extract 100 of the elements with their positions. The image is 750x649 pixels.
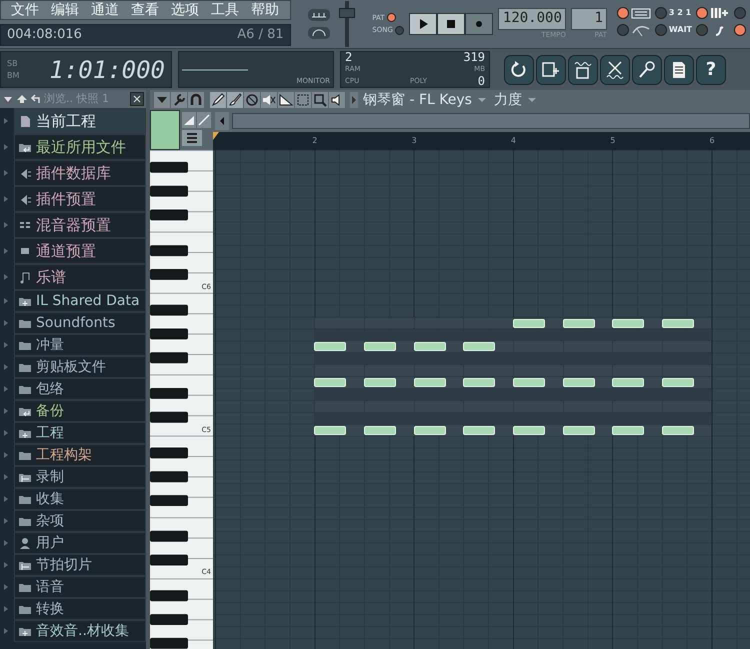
note-block[interactable]: [314, 342, 346, 352]
volume-slider-thumb[interactable]: [339, 8, 356, 18]
grid-cell[interactable]: [463, 364, 513, 376]
grid-cell[interactable]: [314, 340, 364, 352]
note-block[interactable]: [463, 378, 496, 388]
note-block[interactable]: [414, 342, 446, 352]
expand-arrow-icon[interactable]: [4, 430, 8, 436]
grid-cell[interactable]: [662, 388, 712, 400]
grid-cell[interactable]: [314, 376, 364, 388]
toggle-lamp[interactable]: [654, 7, 667, 19]
menu-item[interactable]: 帮助: [245, 1, 285, 19]
note-block[interactable]: [512, 378, 545, 388]
time-ruler[interactable]: 2 3 4 5 6: [213, 132, 750, 150]
note-grid[interactable]: [213, 150, 750, 649]
expand-arrow-icon[interactable]: [4, 408, 8, 414]
note-block[interactable]: [612, 378, 644, 388]
save-new-button[interactable]: [536, 54, 566, 84]
note-block[interactable]: [662, 426, 694, 435]
grid-cell[interactable]: [364, 376, 414, 388]
expand-arrow-icon[interactable]: [4, 474, 8, 480]
expand-arrow-icon[interactable]: [4, 144, 8, 150]
note-block[interactable]: [414, 378, 446, 388]
note-block[interactable]: [662, 318, 694, 328]
back-arrow-icon[interactable]: [30, 93, 42, 105]
expand-arrow-icon[interactable]: [4, 342, 8, 348]
zoom-icon[interactable]: [312, 92, 328, 108]
notes-button[interactable]: [664, 54, 694, 84]
note-block[interactable]: [364, 378, 396, 388]
grid-cell[interactable]: [512, 424, 563, 436]
grid-cell[interactable]: [463, 340, 513, 352]
toggle-lamp[interactable]: [616, 7, 629, 19]
grid-cell[interactable]: [562, 364, 612, 376]
expand-arrow-icon[interactable]: [4, 274, 8, 280]
toggle-lamp[interactable]: [654, 24, 667, 36]
grid-cell[interactable]: [414, 340, 464, 352]
expand-arrow-icon[interactable]: [4, 386, 8, 392]
menu-item[interactable]: 选项: [165, 1, 205, 19]
grid-cell[interactable]: [463, 316, 513, 328]
grid-cell[interactable]: [314, 316, 364, 328]
record-button[interactable]: [464, 13, 493, 35]
grid-cell[interactable]: [562, 376, 612, 388]
tempo-display[interactable]: 120.000: [498, 8, 566, 30]
grid-cell[interactable]: [364, 364, 414, 376]
grid-cell[interactable]: [414, 424, 464, 436]
pencil-icon[interactable]: [210, 92, 226, 108]
grid-cell[interactable]: [662, 352, 712, 364]
grid-cell[interactable]: [364, 340, 414, 352]
grid-cell[interactable]: [662, 340, 712, 352]
grid-cell[interactable]: [512, 364, 563, 376]
expand-arrow-icon[interactable]: [4, 628, 8, 634]
speaker-icon[interactable]: [329, 92, 345, 108]
expand-arrow-icon[interactable]: [4, 222, 8, 228]
grid-cell[interactable]: [364, 316, 414, 328]
expand-arrow-icon[interactable]: [4, 170, 8, 176]
scroll-left-icon[interactable]: [215, 112, 229, 130]
grid-cell[interactable]: [512, 316, 563, 328]
expand-arrow-icon[interactable]: [4, 562, 8, 568]
expand-arrow-icon[interactable]: [4, 496, 8, 502]
note-block[interactable]: [662, 378, 694, 388]
close-button[interactable]: [130, 92, 144, 106]
grid-cell[interactable]: [314, 328, 364, 340]
playhead-marker-icon[interactable]: [213, 132, 219, 140]
color-swatch[interactable]: [150, 110, 180, 150]
up-arrow-icon[interactable]: [16, 93, 28, 105]
control-target[interactable]: 力度: [494, 90, 522, 110]
expand-arrow-icon[interactable]: [4, 118, 8, 124]
pitch-knob-icon[interactable]: [307, 26, 332, 40]
play-button[interactable]: [408, 13, 437, 35]
expand-arrow-icon[interactable]: [4, 196, 8, 202]
cut-button[interactable]: [600, 54, 630, 84]
note-block[interactable]: [414, 426, 446, 435]
grid-cell[interactable]: [662, 400, 712, 412]
grid-cell[interactable]: [662, 376, 712, 388]
grid-cell[interactable]: [562, 424, 612, 436]
note-block[interactable]: [512, 318, 545, 328]
piano-roll-title[interactable]: 钢琴窗 - FL Keys: [363, 90, 472, 110]
grid-cell[interactable]: [662, 364, 712, 376]
grid-cell[interactable]: [414, 316, 464, 328]
menu-item[interactable]: 编辑: [45, 1, 85, 19]
record-audio-button[interactable]: [632, 54, 662, 84]
select-icon[interactable]: [295, 92, 311, 108]
grid-cell[interactable]: [612, 424, 662, 436]
menu-item[interactable]: 工具: [205, 1, 245, 19]
note-block[interactable]: [314, 426, 346, 435]
expand-arrow-icon[interactable]: [4, 248, 8, 254]
grid-cell[interactable]: [612, 376, 662, 388]
grid-cell[interactable]: [463, 424, 513, 436]
toggle-lamp[interactable]: [696, 7, 708, 19]
magnet-icon[interactable]: [188, 92, 204, 108]
toggle-lamp[interactable]: [696, 24, 708, 36]
menu-item[interactable]: 查看: [125, 1, 165, 19]
grid-cell[interactable]: [562, 316, 612, 328]
expand-arrow-icon[interactable]: [4, 540, 8, 546]
dropdown-icon[interactable]: [154, 92, 170, 108]
expand-arrow-icon[interactable]: [4, 584, 8, 590]
note-block[interactable]: [364, 426, 396, 435]
toggle-lamp[interactable]: [616, 24, 629, 36]
expand-arrow-icon[interactable]: [4, 364, 8, 370]
speaker-cross-icon[interactable]: [261, 92, 277, 108]
note-block[interactable]: [562, 318, 595, 328]
